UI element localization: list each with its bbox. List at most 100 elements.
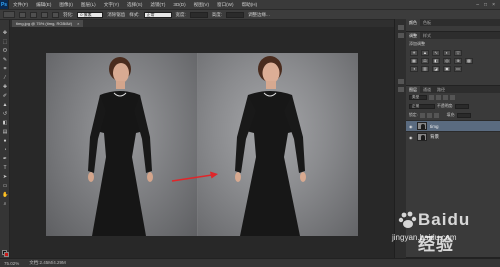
close-button[interactable]: ×	[492, 2, 495, 8]
levels-icon[interactable]: ▲	[421, 50, 429, 56]
height-label: 高度:	[211, 11, 223, 17]
menu-select[interactable]: 选择(S)	[123, 2, 146, 8]
antialias-label[interactable]: 消除锯齿	[107, 12, 125, 18]
blend-mode-select[interactable]: 正常	[409, 104, 435, 109]
document-info[interactable]: 文档:2.45M/4.29M	[29, 260, 66, 266]
color-lookup-icon[interactable]: ▩	[465, 58, 473, 64]
path-select-tool-icon[interactable]: ➤	[2, 174, 8, 180]
height-input[interactable]	[226, 11, 245, 18]
menu-image[interactable]: 图像(I)	[55, 2, 77, 8]
close-tab-icon[interactable]: ×	[77, 21, 79, 26]
history-panel-icon[interactable]	[398, 25, 404, 30]
type-tool-icon[interactable]: T	[2, 165, 8, 171]
layer-row-background[interactable]: ◉ 背景	[406, 131, 500, 142]
menu-window[interactable]: 窗口(W)	[213, 2, 238, 8]
add-adjustment-title: 添加调整	[409, 41, 425, 46]
maximize-button[interactable]: □	[484, 2, 487, 8]
tab-channels[interactable]: 通道	[420, 86, 434, 93]
intersect-selection-icon[interactable]	[52, 11, 59, 18]
properties-panel-icon[interactable]	[398, 33, 404, 38]
layer-kind-filter[interactable]: 类型	[409, 95, 427, 100]
marquee-tool-icon[interactable]: ⬚	[2, 39, 8, 45]
history-brush-tool-icon[interactable]: ↺	[2, 111, 8, 117]
menu-3d[interactable]: 3D(D)	[169, 2, 189, 7]
curves-icon[interactable]: ∿	[432, 50, 440, 56]
photo-filter-icon[interactable]: ◎	[443, 58, 451, 64]
layer-name: timg	[430, 123, 439, 129]
add-selection-icon[interactable]	[30, 11, 37, 18]
visibility-eye-icon[interactable]: ◉	[409, 135, 414, 140]
eraser-tool-icon[interactable]: ◧	[2, 120, 8, 126]
menu-filter[interactable]: 滤镜(T)	[146, 2, 169, 8]
vibrance-icon[interactable]: ▽	[454, 50, 462, 56]
layer-row-timg[interactable]: ◉ timg	[406, 120, 500, 131]
width-input[interactable]	[189, 11, 208, 18]
gradient-map-icon[interactable]: ▭	[454, 66, 462, 72]
document-tab[interactable]: timg.jpg @ 75% (timg, RGB/8#) ×	[12, 20, 84, 27]
zoom-tool-icon[interactable]: ⌕	[2, 201, 8, 207]
image-canvas[interactable]	[46, 53, 358, 236]
refine-edge-button[interactable]: 调整边缘...	[248, 12, 270, 18]
hand-tool-icon[interactable]: ✋	[2, 192, 8, 198]
canvas-workspace[interactable]	[10, 27, 394, 258]
filter-pixel-icon[interactable]	[429, 95, 434, 100]
filter-type-icon[interactable]	[443, 95, 448, 100]
shape-tool-icon[interactable]: ▭	[2, 183, 8, 189]
quick-select-tool-icon[interactable]: ✎	[2, 57, 8, 63]
zoom-level[interactable]: 75.02%	[4, 261, 19, 266]
brightness-icon[interactable]: ☀	[410, 50, 418, 56]
color-balance-icon[interactable]: ⚖	[421, 58, 429, 64]
tab-styles[interactable]: 样式	[420, 32, 434, 39]
tab-adjustments[interactable]: 调整	[406, 32, 420, 39]
character-panel-icon[interactable]	[398, 79, 404, 84]
menu-help[interactable]: 帮助(H)	[238, 2, 262, 8]
menu-type[interactable]: 文字(Y)	[100, 2, 123, 8]
new-selection-icon[interactable]	[19, 11, 26, 18]
move-tool-icon[interactable]: ✥	[2, 30, 8, 36]
lock-pixels-icon[interactable]	[426, 113, 432, 118]
feather-input[interactable]: 0 像素	[77, 11, 104, 18]
subtract-selection-icon[interactable]	[41, 11, 48, 18]
lock-transparency-icon[interactable]	[419, 113, 425, 118]
minimize-button[interactable]: –	[476, 2, 479, 8]
color-panel: 颜色 色板	[406, 19, 500, 32]
gradient-tool-icon[interactable]: ▤	[2, 129, 8, 135]
opacity-input[interactable]	[455, 104, 470, 109]
selective-color-icon[interactable]: ▣	[443, 66, 451, 72]
fill-input[interactable]	[457, 113, 472, 118]
filter-adjust-icon[interactable]	[436, 95, 441, 100]
options-bar: 羽化: 0 像素 消除锯齿 样式: 正常 宽度: 高度: 调整边缘...	[0, 9, 500, 19]
lock-position-icon[interactable]	[433, 113, 439, 118]
filter-shape-icon[interactable]	[450, 95, 455, 100]
tab-paths[interactable]: 路径	[434, 86, 448, 93]
exposure-icon[interactable]: ◐	[443, 50, 451, 56]
background-color-swatch[interactable]	[4, 252, 9, 257]
brush-tool-icon[interactable]: ✐	[2, 93, 8, 99]
tab-color[interactable]: 颜色	[406, 19, 420, 26]
width-label: 宽度:	[175, 11, 186, 17]
paragraph-panel-icon[interactable]	[398, 87, 404, 92]
blur-tool-icon[interactable]: ●	[2, 138, 8, 144]
crop-tool-icon[interactable]: ⌗	[2, 66, 8, 72]
invert-icon[interactable]: ◑	[410, 66, 418, 72]
menu-file[interactable]: 文件(F)	[9, 2, 32, 8]
menu-view[interactable]: 视图(V)	[190, 2, 213, 8]
tab-layers[interactable]: 图层	[406, 86, 420, 93]
lasso-tool-icon[interactable]: ʘ	[2, 48, 8, 54]
channel-mixer-icon[interactable]: ⊕	[454, 58, 462, 64]
posterize-icon[interactable]: ▥	[421, 66, 429, 72]
menu-layer[interactable]: 图层(L)	[77, 2, 100, 8]
pen-tool-icon[interactable]: ✒	[2, 156, 8, 162]
threshold-icon[interactable]: ◪	[432, 66, 440, 72]
style-select[interactable]: 正常	[143, 11, 172, 18]
tool-preset-picker[interactable]	[3, 11, 15, 18]
clone-stamp-tool-icon[interactable]: ▲	[2, 102, 8, 108]
eyedropper-tool-icon[interactable]: ⁄	[2, 75, 8, 81]
healing-brush-tool-icon[interactable]: ✚	[2, 84, 8, 90]
dodge-tool-icon[interactable]: ◔	[2, 147, 8, 153]
hue-saturation-icon[interactable]: ▦	[410, 58, 418, 64]
black-white-icon[interactable]: ◧	[432, 58, 440, 64]
tab-swatches[interactable]: 色板	[420, 19, 434, 26]
visibility-eye-icon[interactable]: ◉	[409, 124, 414, 129]
menu-edit[interactable]: 编辑(E)	[32, 2, 55, 8]
